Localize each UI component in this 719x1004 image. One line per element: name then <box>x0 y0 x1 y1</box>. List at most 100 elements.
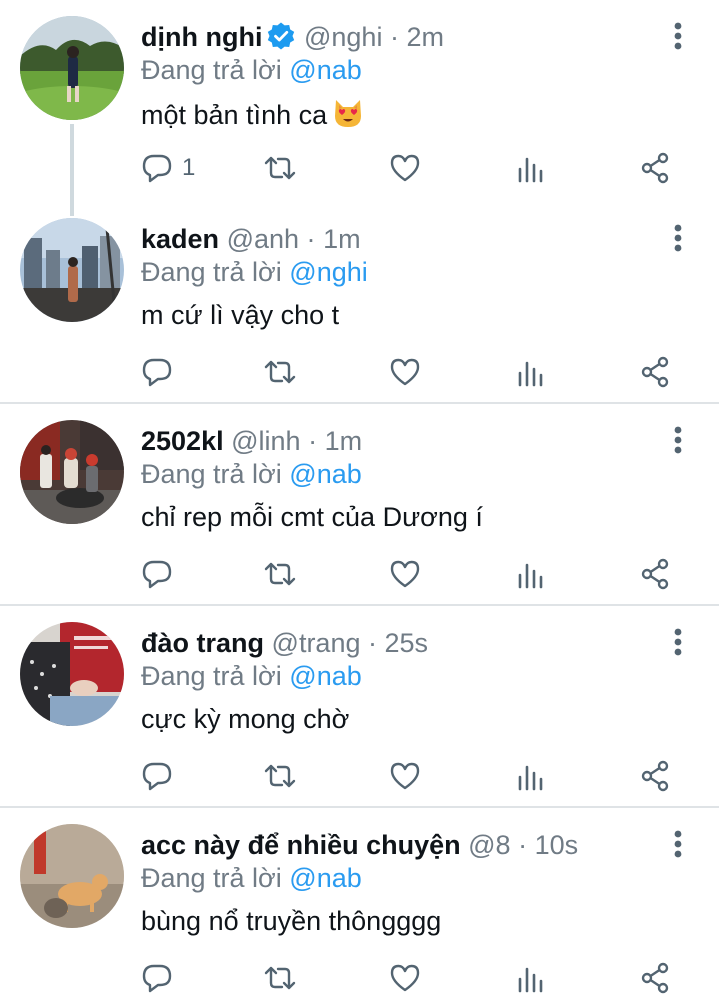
tweet-text: bùng nổ truyền thôngggg <box>141 904 441 938</box>
reply-icon <box>142 358 172 387</box>
like-button[interactable] <box>388 146 422 190</box>
reply-icon <box>142 762 172 791</box>
reply-button[interactable] <box>140 754 182 798</box>
avatar[interactable] <box>20 622 124 726</box>
share-button[interactable] <box>638 552 672 596</box>
handle[interactable]: @linh <box>231 426 300 456</box>
timestamp[interactable]: 2m <box>406 22 444 52</box>
handle[interactable]: @anh <box>227 224 299 254</box>
retweet-button[interactable] <box>263 552 297 596</box>
views-button[interactable] <box>514 552 548 596</box>
more-options-button[interactable] <box>664 220 692 256</box>
reply-button[interactable] <box>140 956 182 1000</box>
tweet-header: đào trang @trang · 25s <box>141 626 428 660</box>
replying-to-label: Đang trả lời <box>141 863 282 893</box>
replying-to-label: Đang trả lời <box>141 257 282 287</box>
tweet-text: chỉ rep mỗi cmt của Dương í <box>141 500 483 534</box>
more-options-button[interactable] <box>664 422 692 458</box>
reply-feed: dịnh nghi @nghi · 2m Đang trả lời @nab m… <box>0 0 719 1004</box>
replying-to: Đang trả lời @nghi <box>141 255 368 289</box>
share-button[interactable] <box>638 146 672 190</box>
avatar[interactable] <box>20 218 124 322</box>
display-name[interactable]: đào trang <box>141 628 264 658</box>
display-name[interactable]: 2502kl <box>141 426 224 456</box>
more-options-button[interactable] <box>664 624 692 660</box>
tweet-header: dịnh nghi @nghi · 2m <box>141 20 444 54</box>
mention-link[interactable]: @nab <box>289 661 361 691</box>
handle[interactable]: @8 <box>468 830 510 860</box>
avatar[interactable] <box>20 420 124 524</box>
tweet[interactable]: kaden @anh · 1m Đang trả lời @nghi m cứ … <box>0 202 719 402</box>
reply-button[interactable] <box>140 552 182 596</box>
like-button[interactable] <box>388 552 422 596</box>
avatar[interactable] <box>20 824 124 928</box>
separator-dot: · <box>389 22 399 52</box>
replying-to: Đang trả lời @nab <box>141 457 362 491</box>
separator-dot: · <box>368 628 377 658</box>
views-button[interactable] <box>514 146 548 190</box>
timestamp[interactable]: 1m <box>323 224 361 254</box>
heart-eyes-cat-icon <box>331 96 365 130</box>
more-icon <box>674 830 682 858</box>
timestamp[interactable]: 25s <box>385 628 429 658</box>
timestamp[interactable]: 1m <box>325 426 363 456</box>
timestamp[interactable]: 10s <box>535 830 579 860</box>
reply-icon <box>142 964 172 993</box>
action-bar: 1 <box>0 146 719 190</box>
display-name[interactable]: kaden <box>141 224 219 254</box>
replying-to-label: Đang trả lời <box>141 661 282 691</box>
share-button[interactable] <box>638 754 672 798</box>
views-button[interactable] <box>514 754 548 798</box>
more-options-button[interactable] <box>664 826 692 862</box>
verified-icon <box>266 21 296 51</box>
action-bar <box>0 754 719 798</box>
reply-button[interactable] <box>140 350 182 394</box>
share-icon <box>641 152 669 184</box>
reply-icon <box>142 154 172 183</box>
reply-button[interactable]: 1 <box>140 146 195 190</box>
like-icon <box>390 358 420 386</box>
avatar[interactable] <box>20 16 124 120</box>
handle[interactable]: @trang <box>272 628 361 658</box>
more-icon <box>674 224 682 252</box>
replying-to-label: Đang trả lời <box>141 459 282 489</box>
retweet-button[interactable] <box>263 350 297 394</box>
like-button[interactable] <box>388 956 422 1000</box>
retweet-button[interactable] <box>263 754 297 798</box>
like-button[interactable] <box>388 754 422 798</box>
views-icon <box>518 967 543 993</box>
views-icon <box>518 563 543 589</box>
tweet[interactable]: 2502kl @linh · 1m Đang trả lời @nab chỉ … <box>0 404 719 604</box>
display-name[interactable]: dịnh nghi <box>141 22 262 52</box>
tweet[interactable]: dịnh nghi @nghi · 2m Đang trả lời @nab m… <box>0 0 719 200</box>
retweet-button[interactable] <box>263 956 297 1000</box>
tweet-text: một bản tình ca <box>141 96 365 132</box>
retweet-button[interactable] <box>263 146 297 190</box>
share-button[interactable] <box>638 956 672 1000</box>
mention-link[interactable]: @nghi <box>289 257 367 287</box>
replying-to-label: Đang trả lời <box>141 55 282 85</box>
views-button[interactable] <box>514 350 548 394</box>
mention-link[interactable]: @nab <box>289 863 361 893</box>
display-name[interactable]: acc này để nhiều chuyện <box>141 830 461 860</box>
share-icon <box>641 558 669 590</box>
share-button[interactable] <box>638 350 672 394</box>
more-options-button[interactable] <box>664 18 692 54</box>
tweet[interactable]: acc này để nhiều chuyện @8 · 10s Đang tr… <box>0 808 719 1004</box>
handle[interactable]: @nghi <box>304 22 382 52</box>
tweet-text-content: chỉ rep mỗi cmt của Dương í <box>141 502 483 532</box>
share-icon <box>641 760 669 792</box>
mention-link[interactable]: @nab <box>289 55 361 85</box>
tweet-header: 2502kl @linh · 1m <box>141 424 362 458</box>
like-icon <box>390 154 420 182</box>
tweet[interactable]: đào trang @trang · 25s Đang trả lời @nab… <box>0 606 719 806</box>
like-icon <box>390 964 420 992</box>
retweet-icon <box>264 360 296 384</box>
like-icon <box>390 762 420 790</box>
like-button[interactable] <box>388 350 422 394</box>
separator-dot: · <box>306 224 316 254</box>
retweet-icon <box>264 966 296 990</box>
mention-link[interactable]: @nab <box>289 459 361 489</box>
tweet-text: m cứ lì vậy cho t <box>141 298 339 332</box>
views-button[interactable] <box>514 956 548 1000</box>
